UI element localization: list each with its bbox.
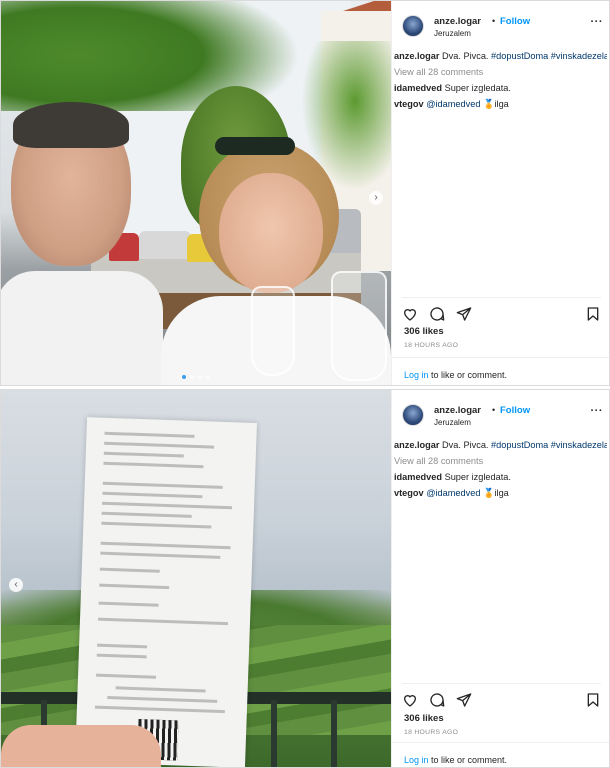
next-photo-icon[interactable]: › [369, 191, 383, 205]
location-link[interactable]: Jeruzalem [434, 29, 471, 38]
caption-username[interactable]: anze.logar [394, 51, 439, 61]
more-options-icon[interactable]: ··· [591, 16, 604, 28]
comment-icon[interactable] [429, 306, 445, 322]
caption-username[interactable]: anze.logar [394, 440, 439, 450]
view-all-comments-link[interactable]: View all 28 comments [394, 64, 607, 80]
medal-emoji-icon: 🏅 [483, 99, 495, 109]
post-time[interactable]: 18 HOURS AGO [404, 342, 458, 349]
comment-text: Super izgledata. [444, 83, 511, 93]
avatar[interactable] [402, 15, 424, 37]
action-bar [402, 683, 601, 708]
post-photo-receipt[interactable]: ‹ [1, 390, 391, 767]
username-link[interactable]: anze.logar [434, 405, 481, 416]
avatar[interactable] [402, 404, 424, 426]
comment: idamedved Super izgledata. [394, 469, 607, 485]
post-photo-selfie[interactable]: › [1, 1, 391, 385]
login-prompt: Log in to like or comment. [392, 742, 609, 767]
location-link[interactable]: Jeruzalem [434, 418, 471, 427]
caption: anze.logar Dva. Pivca. #dopustDoma #vins… [394, 48, 607, 64]
post-2: ‹ anze.logar • Follow Jeruzalem ··· anze… [0, 389, 610, 768]
photo-wine-glass [331, 271, 387, 381]
separator-dot: • [492, 405, 496, 415]
comments-section: anze.logar Dva. Pivca. #dopustDoma #vins… [394, 48, 607, 112]
comment-text: ilga [494, 99, 509, 109]
comment: vtegov @idamedved 🏅ilga [394, 96, 607, 112]
username-link[interactable]: anze.logar [434, 16, 481, 27]
carousel-dots [1, 375, 391, 379]
comment-text: ilga [494, 488, 509, 498]
post-sidebar: anze.logar • Follow Jeruzalem ··· anze.l… [391, 390, 609, 767]
heart-icon[interactable] [402, 306, 418, 322]
comment-text: Super izgledata. [444, 472, 511, 482]
comment: idamedved Super izgledata. [394, 80, 607, 96]
caption-text: Dva. Pivca. [442, 51, 489, 61]
bookmark-icon[interactable] [585, 306, 601, 322]
post-header: anze.logar • Follow Jeruzalem ··· [400, 13, 603, 41]
post-1: › anze.logar • Follow Jeruzalem ··· anze… [0, 0, 610, 386]
share-icon[interactable] [456, 306, 472, 322]
action-bar [402, 297, 601, 322]
comment-icon[interactable] [429, 692, 445, 708]
photo-man [1, 96, 163, 385]
login-text: to like or comment. [428, 370, 508, 380]
login-link[interactable]: Log in [404, 370, 429, 380]
post-time[interactable]: 18 HOURS AGO [404, 729, 458, 736]
like-count[interactable]: 306 likes [404, 713, 444, 724]
caption-hashtags[interactable]: #dopustDoma #vinskadezela [491, 51, 607, 61]
post-header: anze.logar • Follow Jeruzalem ··· [400, 402, 603, 430]
previous-photo-icon[interactable]: ‹ [9, 578, 23, 592]
photo-railing-post [271, 700, 277, 767]
follow-button[interactable]: Follow [500, 16, 530, 27]
separator-dot: • [492, 16, 496, 26]
comment-username[interactable]: vtegov [394, 99, 424, 109]
photo-railing-post [331, 700, 337, 767]
photo-hand [1, 725, 161, 767]
caption: anze.logar Dva. Pivca. #dopustDoma #vins… [394, 437, 607, 453]
caption-hashtags[interactable]: #dopustDoma #vinskadezela [491, 440, 607, 450]
comment: vtegov @idamedved 🏅ilga [394, 485, 607, 501]
bookmark-icon[interactable] [585, 692, 601, 708]
comment-username[interactable]: idamedved [394, 83, 442, 93]
view-all-comments-link[interactable]: View all 28 comments [394, 453, 607, 469]
comments-section: anze.logar Dva. Pivca. #dopustDoma #vins… [394, 437, 607, 501]
login-prompt: Log in to like or comment. [392, 357, 609, 385]
comment-username[interactable]: vtegov [394, 488, 424, 498]
like-count[interactable]: 306 likes [404, 326, 444, 337]
caption-text: Dva. Pivca. [442, 440, 489, 450]
photo-sunglasses [215, 137, 295, 155]
more-options-icon[interactable]: ··· [591, 405, 604, 417]
heart-icon[interactable] [402, 692, 418, 708]
login-link[interactable]: Log in [404, 755, 429, 765]
photo-wine-glass [251, 286, 295, 376]
post-sidebar: anze.logar • Follow Jeruzalem ··· anze.l… [391, 1, 609, 385]
comment-mention[interactable]: @idamedved [426, 488, 480, 498]
photo-receipt [75, 417, 257, 767]
login-text: to like or comment. [428, 755, 508, 765]
medal-emoji-icon: 🏅 [483, 488, 495, 498]
follow-button[interactable]: Follow [500, 405, 530, 416]
comment-mention[interactable]: @idamedved [426, 99, 480, 109]
share-icon[interactable] [456, 692, 472, 708]
comment-username[interactable]: idamedved [394, 472, 442, 482]
